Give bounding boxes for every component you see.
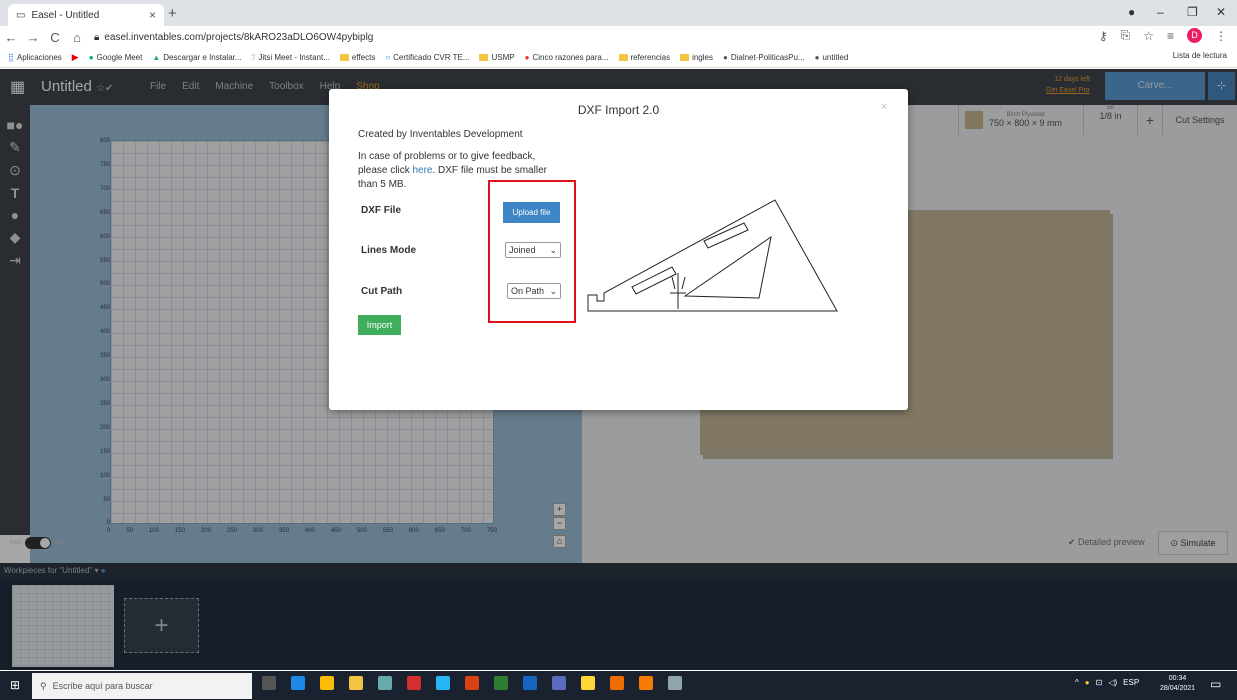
chrome-active-icon[interactable] <box>610 676 624 690</box>
word-icon[interactable] <box>523 676 537 690</box>
browser-tab-strip <box>0 0 1237 26</box>
created-by-text: Created by Inventables Development <box>358 129 523 140</box>
tab-title: Easel - Untitled <box>31 9 100 21</box>
tab-page-icon: ▭ <box>16 9 26 21</box>
excel-icon[interactable] <box>494 676 508 690</box>
apps-grid-icon: ⣿ <box>8 53 14 62</box>
circle-icon: ○ <box>385 53 391 62</box>
tab-close-icon[interactable]: × <box>149 8 156 22</box>
import-button[interactable]: Import <box>358 315 401 335</box>
taskbar-clock[interactable]: 00:34 28/04/2021 <box>1160 674 1195 694</box>
bookmark-item[interactable]: ● Cinco razones para... <box>525 53 609 62</box>
reload-icon[interactable]: C <box>44 30 66 45</box>
acrobat-icon[interactable] <box>407 676 421 690</box>
preview-slot-lower <box>631 266 677 295</box>
edge-icon[interactable] <box>291 676 305 690</box>
taskbar-search[interactable]: ⚲ Escribe aquí para buscar <box>32 673 252 699</box>
maximize-button[interactable]: ❐ <box>1187 5 1198 19</box>
forward-icon[interactable]: → <box>22 30 44 45</box>
feedback-link[interactable]: here <box>412 165 432 176</box>
paint-icon[interactable] <box>668 676 682 690</box>
reading-list-icon[interactable]: ≡ <box>1167 29 1174 43</box>
lines-mode-label: Lines Mode <box>361 245 417 256</box>
address-field[interactable]: 🔒︎ easel.inventables.com/projects/8kARO2… <box>94 32 373 43</box>
task-view-icon[interactable] <box>262 676 276 690</box>
bookmark-item[interactable]: USMP <box>479 53 515 62</box>
preview-trident <box>670 273 686 309</box>
dxf-preview <box>587 199 838 312</box>
tray-app-icon[interactable]: ● <box>1085 678 1090 687</box>
app-icon[interactable] <box>436 676 450 690</box>
notifications-icon[interactable]: ▭ <box>1210 677 1221 691</box>
bookmark-item[interactable]: ⣿ Aplicaciones <box>8 53 62 62</box>
app-f-icon[interactable] <box>639 676 653 690</box>
dialog-title: DXF Import 2.0 <box>577 103 660 117</box>
highlight-annotation <box>488 180 576 323</box>
url-text: easel.inventables.com/projects/8kARO23aD… <box>104 31 374 43</box>
youtube-icon: ▶ <box>71 52 79 62</box>
network-icon[interactable]: ⊡ <box>1096 678 1103 687</box>
dxf-file-label: DXF File <box>361 205 402 216</box>
system-tray: ^ ● ⊡ ◁) ESP <box>1075 678 1139 687</box>
bookmark-item[interactable]: ● Dialnet-PoliticasPu... <box>723 53 805 62</box>
address-bar-row: ← → C ⌂ 🔒︎ easel.inventables.com/project… <box>0 26 1237 48</box>
language-label[interactable]: ESP <box>1123 678 1139 687</box>
teams-icon[interactable] <box>552 676 566 690</box>
folder-icon <box>339 54 349 61</box>
search-icon: ⚲ <box>40 680 47 691</box>
translate-icon[interactable]: ⎘ <box>1121 28 1131 43</box>
file-explorer-icon[interactable] <box>349 676 363 690</box>
sticky-notes-icon[interactable] <box>581 676 595 690</box>
back-icon[interactable]: ← <box>0 30 22 45</box>
volume-icon[interactable]: ◁) <box>1108 678 1117 687</box>
menu-dots-icon[interactable]: ⋮ <box>1215 29 1227 43</box>
bookmark-item[interactable]: ▲ Descargar e Instalar... <box>152 53 241 62</box>
browser-tab[interactable]: ▭ Easel - Untitled × <box>8 4 164 26</box>
dxf-import-dialog: DXF Import 2.0 × Created by Inventables … <box>329 89 908 410</box>
globe-icon: ● <box>722 53 728 62</box>
minimize-button[interactable]: – <box>1157 5 1164 19</box>
close-window-button[interactable]: ✕ <box>1216 5 1226 19</box>
bookmark-item[interactable]: effects <box>339 53 375 62</box>
preview-inner-triangle <box>683 235 772 299</box>
bookmark-item[interactable]: ▶ <box>72 52 79 63</box>
profile-avatar[interactable]: D <box>1187 28 1202 43</box>
browser-actions: ⚷ ⎘ ☆ ≡ D ⋮ <box>1099 28 1227 43</box>
bookmarks-bar: ⣿ Aplicaciones ▶ ● Google Meet ▲ Descargar … <box>0 48 1237 68</box>
folder-icon <box>479 54 489 61</box>
site-icon: ● <box>524 53 530 62</box>
cut-path-label: Cut Path <box>361 286 403 297</box>
bookmark-item[interactable]: ℐ Jitsi Meet - Instant... <box>252 53 330 62</box>
preview-outline <box>587 199 838 312</box>
windows-start-icon[interactable]: ⊞ <box>10 678 20 692</box>
globe-icon: ● <box>814 53 820 62</box>
star-icon[interactable]: ☆ <box>1143 29 1154 43</box>
bookmark-item[interactable]: referencias <box>618 53 670 62</box>
bookmark-item[interactable]: ● Google Meet <box>89 53 143 62</box>
reading-list-button[interactable]: Lista de lectura <box>1173 51 1227 60</box>
profile-menu-icon[interactable]: ● <box>1128 5 1135 19</box>
powerpoint-icon[interactable] <box>465 676 479 690</box>
chrome-icon[interactable] <box>320 676 334 690</box>
home-icon[interactable]: ⌂ <box>66 30 88 45</box>
bookmark-item[interactable]: ● untitled <box>815 53 849 62</box>
folder-icon <box>680 54 690 61</box>
drive-icon: ▲ <box>152 53 161 62</box>
folder-icon <box>618 54 628 61</box>
jitsi-icon: ℐ <box>251 53 256 62</box>
bookmark-item[interactable]: ingles <box>680 53 713 62</box>
bookmark-item[interactable]: ○ Certificado CVR TE... <box>385 53 469 62</box>
lock-icon: 🔒︎ <box>94 31 100 43</box>
tray-chevron-icon[interactable]: ^ <box>1075 678 1079 687</box>
key-icon[interactable]: ⚷ <box>1099 29 1108 43</box>
dialog-close-icon[interactable]: × <box>881 101 887 113</box>
new-tab-button[interactable]: + <box>168 5 177 22</box>
meet-icon: ● <box>88 53 94 62</box>
store-icon[interactable] <box>378 676 392 690</box>
taskbar-apps <box>262 676 682 690</box>
